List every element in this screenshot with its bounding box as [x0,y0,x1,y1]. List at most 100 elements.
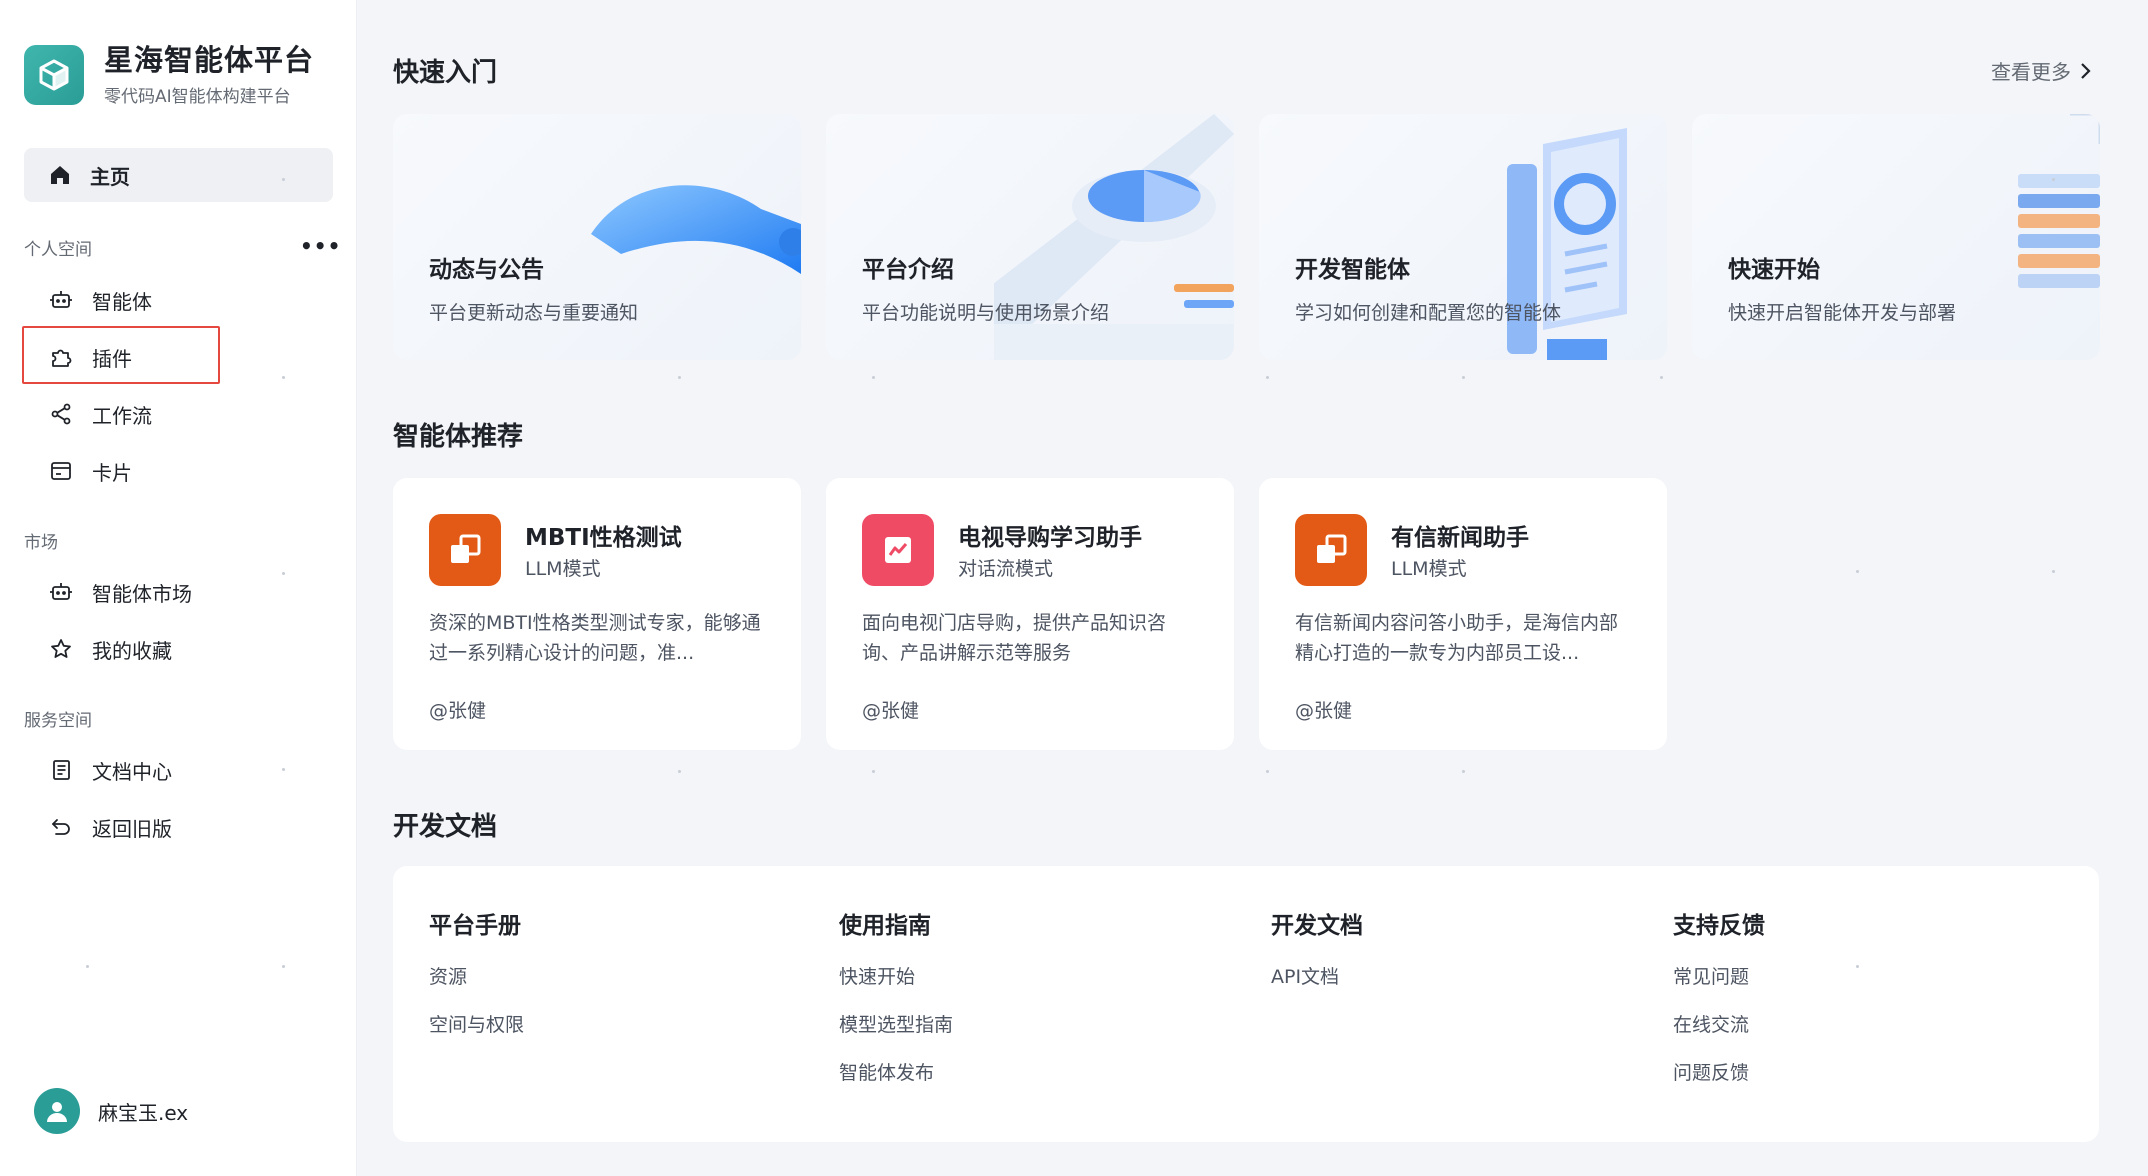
doc-link[interactable]: 问题反馈 [1673,1058,1765,1106]
sidebar-item-workflow[interactable]: 工作流 [48,394,152,434]
decor-dot [1462,770,1465,773]
star-icon [48,636,74,662]
decor-dot [282,376,285,379]
highlight-box [22,326,220,384]
doc-column-manual: 平台手册 资源 空间与权限 [429,906,524,1058]
agent-name: MBTI性格测试 [525,525,682,551]
sidebar-item-cards[interactable]: 卡片 [48,451,132,491]
sidebar-item-home[interactable]: 主页 [24,148,333,202]
doc-column-title: 平台手册 [429,913,521,939]
agent-name: 有信新闻助手 [1391,525,1529,551]
decor-dot [1266,376,1269,379]
doc-link[interactable]: 常见问题 [1673,962,1765,1010]
user-name: 麻宝玉.ex [98,1100,189,1125]
stacked-squares-icon [429,514,501,586]
doc-link[interactable]: 智能体发布 [839,1058,953,1106]
decor-dot [1660,376,1663,379]
agent-mode: LLM模式 [525,558,601,580]
sidebar-item-label: 返回旧版 [92,816,172,841]
brand-title: 星海智能体平台 [104,43,315,77]
cube-logo-icon [24,44,84,105]
doc-link[interactable]: 模型选型指南 [839,1010,953,1058]
sidebar-item-docs[interactable]: 文档中心 [48,750,172,790]
agent-mode: 对话流模式 [958,558,1054,580]
decor-dot [282,768,285,771]
undo-icon [48,814,74,840]
section-label-market: 市场 [24,533,58,553]
quick-card-desc: 学习如何创建和配置您的智能体 [1295,302,1562,324]
doc-column-support: 支持反馈 常见问题 在线交流 问题反馈 [1673,906,1765,1106]
document-icon [48,757,74,783]
quick-card-announcements[interactable]: 动态与公告 平台更新动态与重要通知 [393,114,801,360]
quick-card-title: 快速开始 [1728,257,1820,283]
quick-card-desc: 平台更新动态与重要通知 [429,302,639,324]
sidebar-item-legacy[interactable]: 返回旧版 [48,807,172,847]
main-content: 快速入门 查看更多 动态与公告 平台更新动态与重要通知 平台介绍 平台功能说明与… [357,0,2148,1176]
section-label-personal: 个人空间 [24,240,92,260]
see-more-label: 查看更多 [1991,60,2071,84]
doc-column-title: 支持反馈 [1673,913,1765,939]
doc-link[interactable]: 空间与权限 [429,1010,524,1058]
decor-dot [2052,570,2055,573]
doc-link[interactable]: 资源 [429,962,524,1010]
decor-dot [86,965,89,968]
section-title-recommend: 智能体推荐 [393,422,524,452]
doc-link[interactable]: 在线交流 [1673,1010,1765,1058]
brand-subtitle: 零代码AI智能体构建平台 [104,87,291,107]
quick-card-desc: 快速开启智能体开发与部署 [1728,302,1957,324]
sidebar-item-favorites[interactable]: 我的收藏 [48,629,172,669]
sidebar-item-label: 文档中心 [92,759,172,784]
doc-column-dev: 开发文档 API文档 [1271,906,1363,1010]
agent-desc: 资深的MBTI性格类型测试专家，能够通过一系列精心设计的问题，准... [429,612,761,664]
sidebar-item-agent-market[interactable]: 智能体市场 [48,572,192,612]
quick-card-title: 平台介绍 [862,257,954,283]
robot-icon [48,579,74,605]
doc-column-title: 使用指南 [839,913,931,939]
quick-card-quick-start[interactable]: 快速开始 快速开启智能体开发与部署 [1692,114,2100,360]
decor-dot [678,770,681,773]
decor-dot [1856,965,1859,968]
quick-card-title: 动态与公告 [429,257,544,283]
sidebar-item-agents[interactable]: 智能体 [48,280,152,320]
card-icon [48,458,74,484]
agent-card-mbti[interactable]: MBTI性格测试 LLM模式 资深的MBTI性格类型测试专家，能够通过一系列精心… [393,478,801,750]
robot-icon [48,287,74,313]
decor-dot [282,965,285,968]
sidebar-item-label: 主页 [90,164,130,189]
decor-dot [1856,570,1859,573]
home-icon [48,163,72,187]
agent-author: @张健 [1295,700,1353,722]
decor-dot [282,178,285,181]
decor-dot [282,572,285,575]
more-options-icon[interactable]: ••• [300,234,341,258]
sidebar-item-label: 智能体 [92,289,152,314]
decor-dot [1266,770,1269,773]
sidebar-item-label: 智能体市场 [92,581,192,606]
decor-dot [872,376,875,379]
decor-dot [2052,178,2055,181]
agent-author: @张健 [429,700,487,722]
decor-dot [678,376,681,379]
doc-link[interactable]: 快速开始 [839,962,953,1010]
sidebar-item-label: 卡片 [92,460,132,485]
doc-column-title: 开发文档 [1271,913,1363,939]
trend-chart-icon [862,514,934,586]
sidebar-item-label: 我的收藏 [92,638,172,663]
agent-card-news[interactable]: 有信新闻助手 LLM模式 有信新闻内容问答小助手，是海信内部精心打造的一款专为内… [1259,478,1667,750]
stacked-squares-icon [1295,514,1367,586]
agent-card-tv-shopping[interactable]: 电视导购学习助手 对话流模式 面向电视门店导购，提供产品知识咨询、产品讲解示范等… [826,478,1234,750]
quick-card-desc: 平台功能说明与使用场景介绍 [862,302,1110,324]
share-nodes-icon [48,401,74,427]
doc-link[interactable]: API文档 [1271,962,1363,1010]
section-title-dev-docs: 开发文档 [393,812,498,842]
see-more-link[interactable]: 查看更多 [1991,56,2093,85]
decor-dot [1462,376,1465,379]
section-label-service: 服务空间 [24,711,92,731]
chevron-right-icon [2079,61,2093,81]
agent-desc: 面向电视门店导购，提供产品知识咨询、产品讲解示范等服务 [862,612,1167,664]
decor-dot [872,770,875,773]
brand[interactable]: 星海智能体平台 零代码AI智能体构建平台 [24,42,314,107]
quick-card-platform-intro[interactable]: 平台介绍 平台功能说明与使用场景介绍 [826,114,1234,360]
quick-card-develop-agent[interactable]: 开发智能体 学习如何创建和配置您的智能体 [1259,114,1667,360]
user-profile[interactable]: 麻宝玉.ex [34,1088,188,1134]
